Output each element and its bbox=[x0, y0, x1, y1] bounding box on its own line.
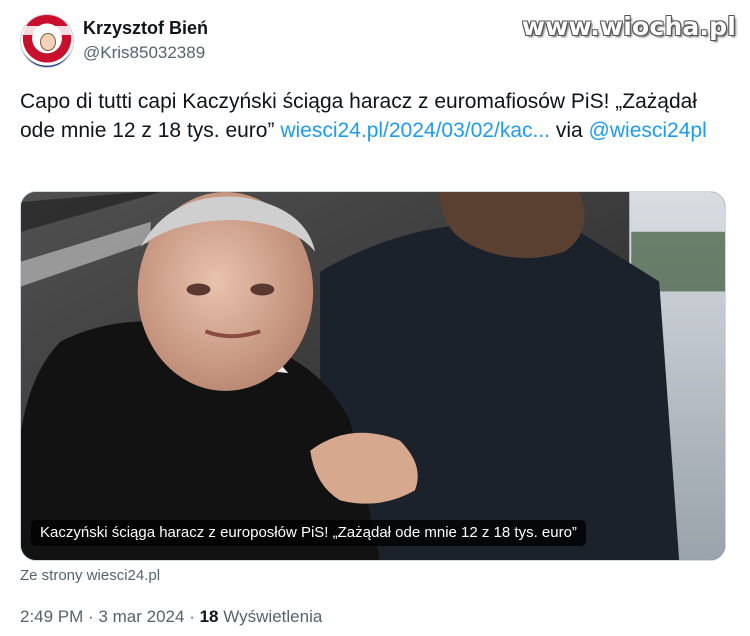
via-label: via bbox=[555, 119, 583, 142]
site-watermark: www.wiocha.pl bbox=[521, 12, 736, 41]
link-source[interactable]: Ze strony wiesci24.pl bbox=[20, 567, 160, 584]
tweet-meta: 2:49 PM · 3 mar 2024 · 18 Wyświetlenia bbox=[20, 607, 322, 627]
display-name[interactable]: Krzysztof Bień bbox=[83, 17, 208, 39]
meta-separator: · bbox=[88, 607, 94, 626]
tweet-text: Capo di tutti capi Kaczyński ściąga hara… bbox=[20, 87, 735, 145]
user-info: Krzysztof Bień @Kris85032389 bbox=[83, 17, 208, 65]
tweet-date[interactable]: 3 mar 2024 bbox=[98, 607, 184, 626]
views-label: Wyświetlenia bbox=[223, 607, 323, 626]
tweet-time[interactable]: 2:49 PM bbox=[20, 607, 83, 626]
link-card-image[interactable]: Kaczyński ściąga haracz z europosłów PiS… bbox=[20, 191, 726, 561]
avatar[interactable] bbox=[20, 14, 74, 68]
mention-link[interactable]: @wiesci24pl bbox=[589, 119, 707, 142]
tweet-header: Krzysztof Bień @Kris85032389 bbox=[20, 14, 208, 68]
views-count: 18 bbox=[199, 607, 219, 626]
photo-illustration bbox=[21, 192, 725, 560]
article-link[interactable]: wiesci24.pl/2024/03/02/kac... bbox=[280, 119, 550, 142]
meta-separator-2: · bbox=[189, 607, 195, 626]
user-handle[interactable]: @Kris85032389 bbox=[83, 41, 208, 65]
media-caption: Kaczyński ściąga haracz z europosłów PiS… bbox=[31, 520, 586, 546]
avatar-face bbox=[40, 33, 56, 51]
